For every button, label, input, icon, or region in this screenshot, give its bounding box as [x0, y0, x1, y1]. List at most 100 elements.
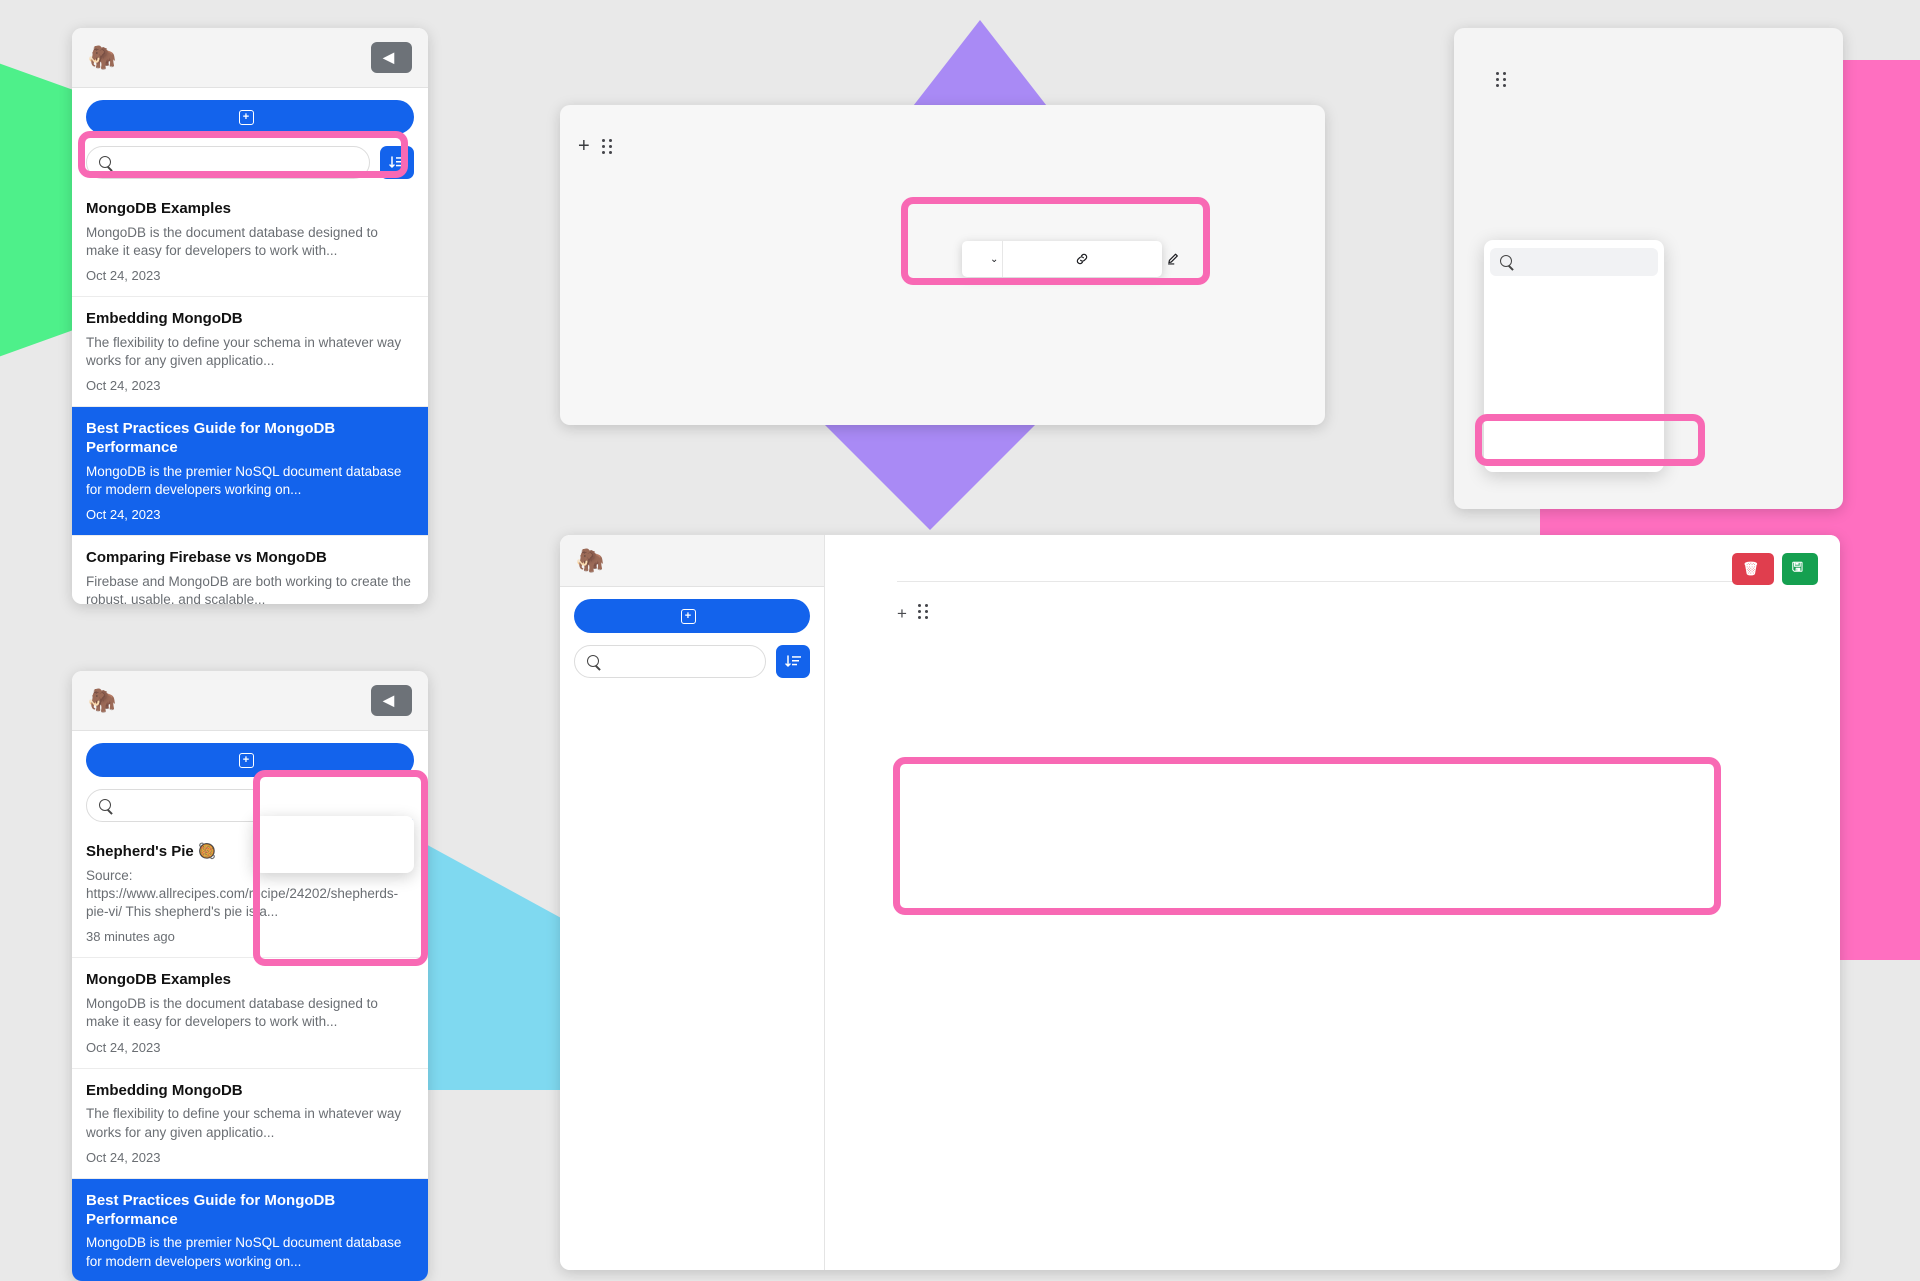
sort-dropdown-menu — [254, 816, 414, 873]
note-snippet: The flexibility to define your schema in… — [86, 1106, 402, 1140]
note-title: Embedding MongoDB — [86, 310, 243, 328]
search-icon — [587, 654, 601, 669]
doc-sidebar-header: 🦣 — [560, 535, 824, 587]
sort-button-3[interactable] — [776, 645, 810, 678]
search-icon — [99, 155, 113, 170]
note-date: Oct 24, 2023 — [86, 1149, 161, 1165]
note-title: Best Practices Guide for MongoDB Perform… — [86, 420, 336, 457]
notes-list-header-2: 🦣 ◀ — [72, 671, 428, 731]
hide-sidebar-button[interactable]: ◀ — [371, 42, 412, 73]
list-item[interactable]: Comparing Firebase vs MongoDB Firebase an… — [72, 536, 428, 604]
bold-button[interactable] — [1007, 241, 1037, 277]
document-sidebar: 🦣 + — [560, 535, 825, 1270]
list-item[interactable]: Embedding MongoDB The flexibility to defi… — [72, 1068, 428, 1179]
note-snippet: Firebase and MongoDB are both working to… — [86, 574, 411, 604]
mammoth-icon: 🦣 — [88, 687, 117, 713]
note-snippet: Source: https://www.allrecipes.com/recip… — [86, 867, 399, 920]
sort-menu-backdrop — [254, 779, 422, 819]
sort-option-date-updated[interactable] — [272, 839, 396, 848]
search-icon — [99, 798, 113, 813]
note-title: Best Practices Guide for MongoDB Perform… — [86, 1191, 336, 1228]
marker-button[interactable] — [1157, 241, 1187, 277]
sort-button[interactable] — [380, 146, 414, 179]
note-title: Embedding MongoDB — [86, 1081, 243, 1099]
link-button[interactable] — [1067, 241, 1097, 277]
block-filter-input[interactable] — [1490, 248, 1658, 276]
document-window: 🦣 + 🗑 🖫 + — [560, 535, 1840, 1270]
inline-format-toolbar: ⌄ — [962, 241, 1178, 277]
note-date: Oct 24, 2023 — [86, 378, 161, 394]
note-snippet: MongoDB is the document database designe… — [86, 996, 378, 1030]
note-title: MongoDB Examples — [86, 200, 232, 217]
note-date: Oct 24, 2023 — [86, 268, 161, 284]
save-icon: 🖫 — [1791, 559, 1803, 574]
add-block-icon[interactable]: + — [897, 604, 907, 624]
table-add-row-button[interactable] — [897, 638, 1770, 643]
sort-option-date-created[interactable] — [272, 848, 396, 857]
editor-paragraph-1 — [664, 151, 1291, 205]
sort-descending-icon — [388, 156, 405, 168]
italic-button[interactable] — [1037, 241, 1067, 277]
note-date: Oct 24, 2023 — [86, 507, 161, 523]
mammoth-icon: 🦣 — [88, 44, 117, 70]
hide-sidebar-button-2[interactable]: ◀ — [371, 685, 412, 716]
notes-list-toolbar: + — [72, 88, 428, 179]
code-button[interactable] — [1127, 241, 1157, 277]
format-group-style: ⌄ — [962, 241, 1002, 277]
block-handles-2: + — [897, 602, 929, 624]
list-item[interactable]: MongoDB Examples MongoDB is the document … — [72, 187, 428, 298]
doc-sidebar-toolbar: + — [560, 587, 824, 678]
trash-icon: 🗑 — [1742, 561, 1759, 576]
search-row-3 — [574, 645, 810, 678]
note-snippet: MongoDB is the document database designe… — [86, 224, 378, 258]
mammoth-icon: 🦣 — [576, 547, 605, 573]
list-item[interactable]: Best Practices Guide for MongoDB Perform… — [72, 407, 428, 537]
notes-list-panel-search: 🦣 ◀ + MongoDB Examples MongoDB is the do… — [72, 28, 428, 604]
delete-button[interactable]: 🗑 — [1732, 553, 1774, 585]
list-item[interactable]: Best Practices Guide for MongoDB Perform… — [72, 1178, 428, 1281]
notes-list-2: Shepherd's Pie 🥘 Source: https://www.allr… — [72, 830, 428, 1281]
note-snippet: MongoDB is the premier NoSQL document da… — [86, 463, 402, 498]
new-note-button[interactable]: + — [86, 100, 414, 134]
note-title: MongoDB Examples — [86, 971, 232, 989]
document-actions: 🗑 🖫 — [1732, 553, 1818, 585]
document-content: 🗑 🖫 + — [825, 535, 1840, 1270]
search-input[interactable] — [86, 146, 370, 179]
format-group-marks — [1002, 241, 1191, 277]
new-note-button-3[interactable]: + — [574, 599, 810, 633]
search-icon — [1500, 255, 1514, 269]
checklist-block-handles — [1482, 72, 1815, 87]
chevron-down-icon[interactable]: ⌄ — [990, 254, 998, 265]
drag-handle-icon[interactable] — [1496, 72, 1507, 87]
search-input-3[interactable] — [574, 645, 766, 678]
block-handles: + — [578, 135, 613, 158]
editor-card: + — [560, 105, 1325, 425]
chevron-left-icon: ◀ — [383, 692, 394, 708]
update-button[interactable]: 🖫 — [1781, 553, 1818, 585]
list-item[interactable]: Embedding MongoDB The flexibility to defi… — [72, 297, 428, 408]
notes-list-header: 🦣 ◀ — [72, 28, 428, 88]
new-note-icon: + — [680, 608, 696, 624]
search-row — [86, 146, 414, 179]
new-note-button-2[interactable]: + — [86, 743, 414, 777]
document-intro-block: + — [897, 602, 1770, 624]
add-block-icon[interactable]: + — [578, 135, 590, 158]
sort-option-title[interactable] — [272, 830, 396, 839]
notes-list-panel-sort: 🦣 ◀ + Shepherd's Pie 🥘 Source: https://w… — [72, 671, 428, 1281]
new-note-icon: + — [238, 109, 254, 125]
note-snippet: The flexibility to define your schema in… — [86, 334, 402, 369]
new-note-icon: + — [238, 752, 254, 768]
underline-button[interactable] — [1097, 241, 1127, 277]
block-type-menu — [1484, 240, 1664, 472]
divider — [897, 581, 1770, 582]
chevron-left-icon: ◀ — [383, 49, 394, 65]
note-date: Oct 24, 2023 — [86, 1039, 161, 1055]
notes-list-1: MongoDB Examples MongoDB is the document … — [72, 187, 428, 604]
sort-descending-icon — [784, 655, 801, 667]
note-snippet: MongoDB is the premier NoSQL document da… — [86, 1235, 402, 1269]
note-title: Comparing Firebase vs MongoDB — [86, 549, 327, 567]
bg-purple-triangle-up — [910, 20, 1050, 110]
drag-handle-icon[interactable] — [917, 604, 929, 619]
drag-handle-icon[interactable] — [601, 139, 613, 154]
list-item[interactable]: MongoDB Examples MongoDB is the document … — [72, 958, 428, 1069]
